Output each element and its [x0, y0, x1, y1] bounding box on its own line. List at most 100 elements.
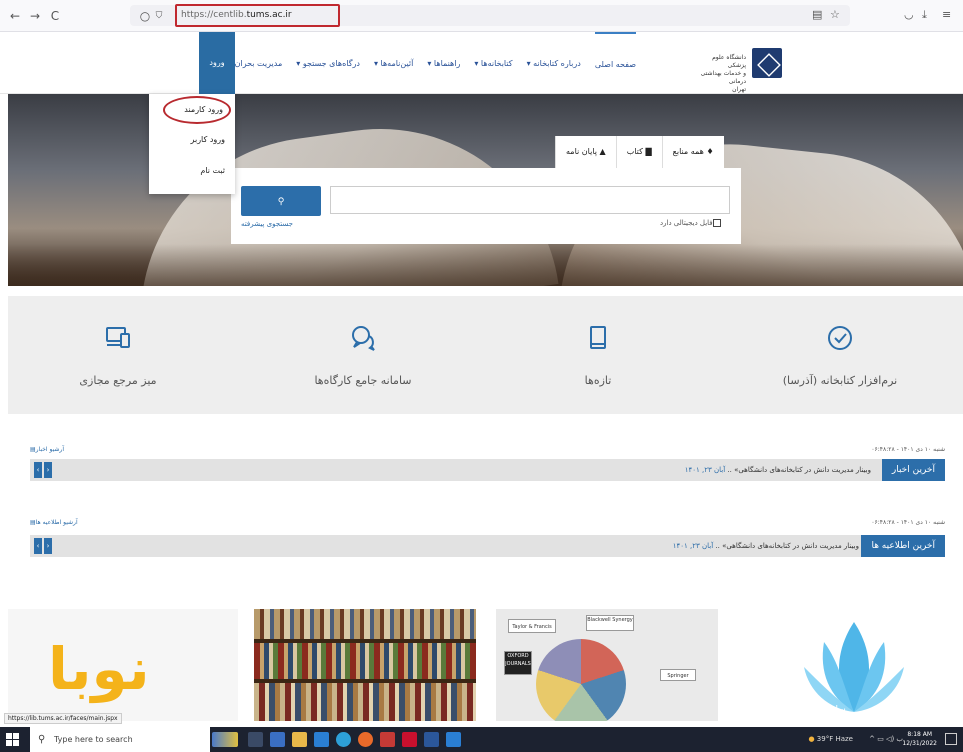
search-tabs: ♦ همه منابع ▇ کتاب ▲ پایان نامه [555, 136, 724, 168]
announcements-prev-button[interactable]: ‹ [34, 538, 42, 554]
task-view-icon[interactable] [248, 732, 263, 747]
chat-icon [352, 326, 375, 351]
shield-icon[interactable]: ○ [138, 9, 152, 23]
access-icon[interactable] [380, 732, 395, 747]
nav-regulations[interactable]: آئین‌نامه‌ها ▾ [374, 59, 413, 68]
pocket-icon[interactable]: ◡ [904, 8, 914, 21]
features-strip: میز مرجع مجازی سامانه جامع کارگاه‌ها تاز… [8, 296, 963, 414]
announcement-text: وبینار مدیریت دانش در کتابخانه‌های دانشگ… [715, 542, 859, 550]
nav-home[interactable]: صفحه اصلی [594, 32, 636, 94]
feature-label: نرم‌افزار کتابخانه (آذرسا) [782, 374, 898, 387]
menu-icon[interactable]: ≡ [942, 8, 951, 21]
lotus-logo-icon [804, 622, 904, 712]
book-icon [590, 326, 606, 349]
status-bar-url: https://lib.tums.ac.ir/faces/main.jspx [4, 713, 122, 724]
hero-shadow [8, 244, 963, 286]
login-menu-button[interactable]: ورود [199, 32, 235, 94]
bookmark-star-icon[interactable]: ☆ [830, 8, 840, 21]
win-pane [6, 740, 12, 746]
weather-icon: ● [808, 735, 815, 743]
weather-widget[interactable]: ● 39°F Haze [808, 727, 853, 752]
news-ticker[interactable]: وبینار مدیریت دانش در کتابخانه‌های دانشگ… [685, 459, 871, 481]
back-button[interactable]: ← [8, 9, 22, 23]
bookshelf-tile[interactable] [254, 609, 476, 721]
windows-taskbar: ⚲ Type here to search ● 39°F Haze ^ ▭ ◁) … [0, 727, 963, 752]
url-prefix: https://centlib. [181, 10, 247, 20]
nav-crisis-management[interactable]: مدیریت بحران ▾ [228, 59, 282, 68]
clock-time: 8:18 AM [907, 731, 933, 738]
advanced-search-link[interactable]: جستجوی پیشرفته [241, 220, 293, 228]
feature-label: میز مرجع مجازی [79, 374, 157, 387]
search-input[interactable] [330, 186, 730, 214]
news-next-button[interactable]: › [44, 462, 52, 478]
archive-label: آرشیو اطلاعیه ها [35, 519, 78, 526]
photos-icon[interactable] [446, 732, 461, 747]
publisher-collage [536, 639, 626, 721]
nav-libraries[interactable]: کتابخانه‌ها ▾ [474, 59, 512, 68]
register-option[interactable]: ثبت نام [149, 155, 235, 186]
publishers-tile[interactable]: Taylor & Francis Blackwell Synergy OXFOR… [496, 609, 718, 721]
acrobat-icon[interactable] [402, 732, 417, 747]
url-text[interactable]: https://centlib.tums.ac.ir [175, 4, 340, 27]
system-tray[interactable]: ^ ▭ ◁) ب [869, 727, 903, 752]
feature-virtual-reference[interactable]: میز مرجع مجازی [18, 296, 218, 414]
latest-announcements-bar: ‹ › وبینار مدیریت دانش در کتابخانه‌های د… [30, 535, 945, 557]
graduation-cap-icon: ▲ [599, 147, 606, 156]
news-prev-button[interactable]: ‹ [34, 462, 42, 478]
checkbox-box[interactable] [712, 219, 721, 227]
mail-icon[interactable] [314, 732, 329, 747]
file-explorer-icon[interactable] [292, 732, 307, 747]
tab-books[interactable]: ▇ کتاب [615, 136, 662, 168]
digital-file-checkbox[interactable]: فایل دیجیتالی دارد [660, 219, 721, 227]
announcement-ticker-date: آبان ۲۳, ۱۴۰۱ [672, 542, 714, 550]
win-pane [13, 740, 19, 746]
edge-icon[interactable] [336, 732, 351, 747]
books-row [254, 609, 476, 639]
book-icon: ▇ [645, 147, 652, 156]
news-text: وبینار مدیریت دانش در کتابخانه‌های دانشگ… [727, 466, 871, 474]
resource-finder-tile[interactable]: سامانه منبع‌یاب [739, 609, 963, 721]
staff-login-option[interactable]: ورود کارمند [163, 96, 231, 124]
windows-start-icon[interactable] [6, 733, 19, 746]
announcements-ticker[interactable]: وبینار مدیریت دانش در کتابخانه‌های دانشگ… [673, 535, 859, 557]
archive-label: آرشیو اخبار [35, 446, 64, 453]
taskbar-search[interactable]: ⚲ Type here to search [30, 727, 210, 752]
search-icon: ⚲ [277, 197, 285, 207]
nav-guides[interactable]: راهنماها ▾ [427, 59, 460, 68]
latest-news-bar: ‹ › وبینار مدیریت دانش در کتابخانه‌های د… [30, 459, 945, 481]
tab-theses[interactable]: ▲ پایان نامه [555, 136, 616, 168]
download-icon[interactable]: ⤓ [922, 8, 927, 22]
reload-button[interactable]: C [48, 9, 62, 23]
feature-new-arrivals[interactable]: تازه‌ها [498, 296, 698, 414]
user-login-option[interactable]: ورود کاربر [149, 124, 235, 155]
nav-search-portals[interactable]: درگاه‌های جستجو ▾ [296, 59, 360, 68]
lock-icon[interactable]: ⛉ [152, 9, 166, 23]
firefox-icon[interactable] [358, 732, 373, 747]
tab-all-resources[interactable]: ♦ همه منابع [661, 136, 724, 168]
clock-date: 12/31/2022 [902, 740, 937, 747]
forward-button[interactable]: → [28, 9, 42, 23]
feature-library-software[interactable]: نرم‌افزار کتابخانه (آذرسا) [740, 296, 940, 414]
computer-icon [106, 327, 130, 348]
word-icon[interactable] [424, 732, 439, 747]
search-button[interactable]: ⚲ [241, 186, 321, 216]
announcements-next-button[interactable]: › [44, 538, 52, 554]
university-logo[interactable]: دانشگاه علوم پزشکی و خدمات بهداشتی درمانی… [692, 48, 782, 93]
feature-workshops[interactable]: سامانه جامع کارگاه‌ها [263, 296, 463, 414]
tab-label: همه منابع [672, 147, 704, 156]
taskbar-clock[interactable]: 8:18 AM 12/31/2022 [902, 730, 937, 748]
resource-finder-label: سامانه منبع‌یاب [789, 705, 846, 715]
news-archive-link[interactable]: ▤آرشیو اخبار [30, 446, 64, 453]
diamond-icon: ♦ [706, 147, 714, 156]
tab-label: پایان نامه [566, 147, 597, 156]
nav-about[interactable]: درباره کتابخانه ▾ [527, 59, 581, 68]
reader-view-icon[interactable]: ▤ [812, 8, 822, 21]
announcements-archive-link[interactable]: ▤آرشیو اطلاعیه ها [30, 519, 78, 526]
store-icon[interactable] [270, 732, 285, 747]
logo-text: دانشگاه علوم پزشکی و خدمات بهداشتی درمانی… [700, 54, 746, 93]
news-widget-icon[interactable] [212, 732, 238, 747]
logo-emblem-icon [752, 48, 782, 78]
notifications-icon[interactable] [945, 733, 957, 745]
nova-tile[interactable]: نوبا [8, 609, 238, 721]
books-row [254, 683, 476, 721]
